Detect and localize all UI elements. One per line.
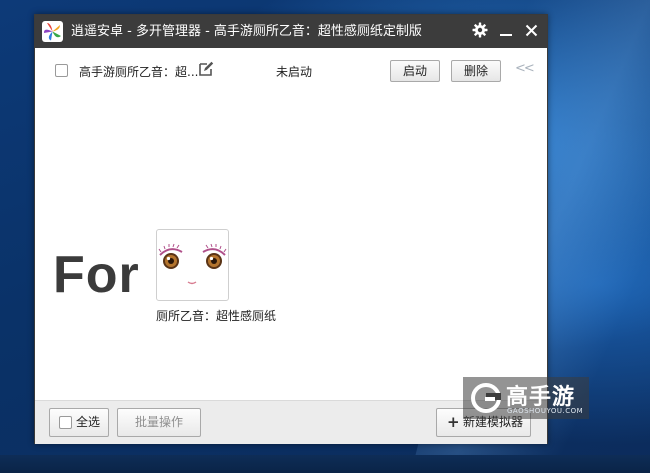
gear-icon — [472, 22, 488, 42]
right-eye — [202, 243, 227, 269]
site-watermark: 高手游 GAOSHOUYOU.COM — [463, 377, 589, 419]
game-icon — [156, 229, 229, 301]
minimize-icon — [499, 22, 513, 41]
title-bar[interactable]: 逍遥安卓 - 多开管理器 - 高手游厕所乙音：超性感厕纸定制版 — [35, 15, 547, 48]
minimize-button[interactable] — [494, 15, 518, 48]
batch-operation-button[interactable]: 批量操作 — [117, 408, 201, 437]
edit-icon[interactable] — [198, 61, 214, 77]
close-icon — [525, 22, 538, 41]
watermark-url: GAOSHOUYOU.COM — [507, 407, 584, 415]
delete-button[interactable]: 删除 — [451, 60, 501, 82]
plus-icon: + — [447, 413, 460, 431]
settings-button[interactable] — [468, 15, 492, 48]
select-all-checkbox[interactable] — [59, 416, 72, 429]
emulator-checkbox[interactable] — [55, 64, 68, 77]
emulator-name: 高手游厕所乙音：超... — [79, 65, 199, 79]
promo-for-text: For — [53, 246, 140, 304]
start-button[interactable]: 启动 — [390, 60, 440, 82]
game-caption: 厕所乙音：超性感厕纸 — [156, 309, 277, 323]
close-button[interactable] — [519, 15, 543, 48]
emulator-status: 未启动 — [276, 65, 313, 79]
window-title: 逍遥安卓 - 多开管理器 - 高手游厕所乙音：超性感厕纸定制版 — [71, 24, 422, 39]
app-logo-icon — [42, 21, 63, 42]
watermark-logo-icon — [471, 383, 501, 413]
left-eye — [158, 243, 183, 269]
emulator-list-item: 高手游厕所乙音：超... 未启动 启动 删除 << — [35, 55, 547, 87]
select-all-button[interactable]: 全选 — [49, 408, 109, 437]
taskbar — [0, 455, 650, 473]
select-all-label: 全选 — [76, 415, 101, 429]
chevron-double-left-icon[interactable]: << — [515, 61, 535, 76]
